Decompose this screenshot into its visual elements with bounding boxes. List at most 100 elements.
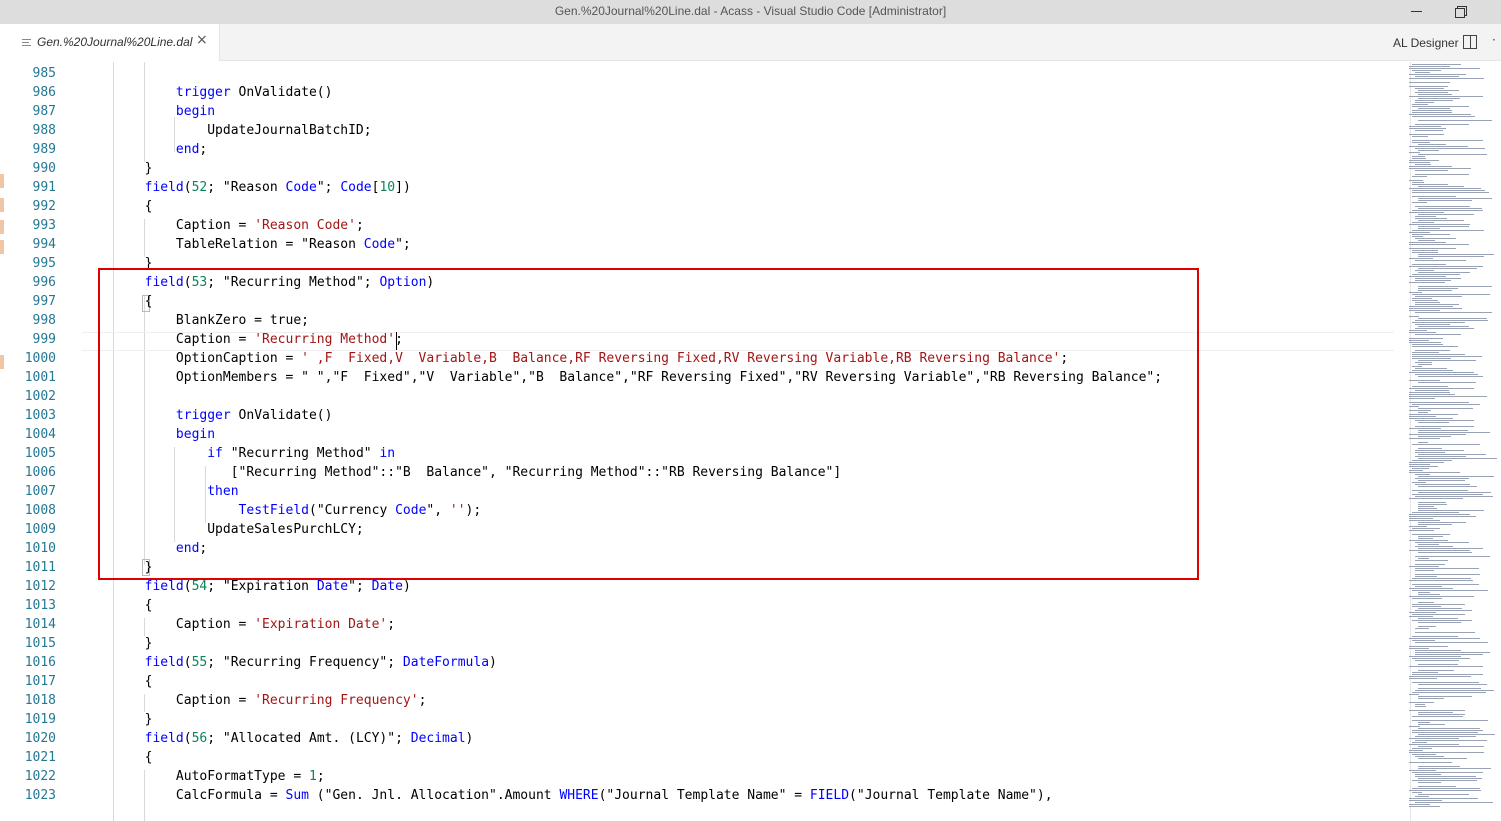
- line-number: 993: [32, 218, 56, 233]
- code-text: field(54; "Expiration Date"; Date): [144, 579, 411, 594]
- minimap-line: [1412, 584, 1479, 585]
- code-line[interactable]: 994 TableRelation = "Reason Code";: [0, 236, 1395, 255]
- minimap-line: [1412, 460, 1452, 461]
- split-editor-icon[interactable]: [1463, 35, 1477, 49]
- minimap-line: [1412, 298, 1432, 299]
- minimap-line: [1409, 464, 1430, 465]
- minimap-line: [1418, 602, 1434, 603]
- horizontal-scrollbar[interactable]: [82, 810, 1402, 820]
- minimap-line: [1409, 372, 1474, 373]
- minimap-line: [1412, 184, 1448, 185]
- line-number: 1002: [24, 389, 56, 404]
- code-line[interactable]: 992 {: [0, 198, 1395, 217]
- minimap-line: [1409, 518, 1433, 519]
- minimap-line: [1409, 416, 1436, 417]
- minimap-line: [1415, 328, 1474, 329]
- restore-icon[interactable]: [1452, 3, 1470, 19]
- minimap-line: [1415, 304, 1459, 305]
- code-line[interactable]: 991 field(52; "Reason Code"; Code[10]): [0, 179, 1395, 198]
- code-text: Caption = 'Expiration Date';: [82, 617, 396, 632]
- minimap-line: [1412, 344, 1443, 345]
- minimap-line: [1415, 92, 1448, 93]
- minimap-line: [1409, 588, 1453, 589]
- code-line[interactable]: 1019 }: [0, 711, 1395, 730]
- minimap-line: [1415, 374, 1478, 375]
- minimap-line: [1412, 578, 1471, 579]
- code-line[interactable]: 986 trigger OnValidate(): [0, 84, 1395, 103]
- code-line[interactable]: 1014 Caption = 'Expiration Date';: [0, 616, 1395, 635]
- minimap-line: [1418, 364, 1432, 365]
- code-line[interactable]: 989 end;: [0, 141, 1395, 160]
- minimap-line: [1412, 356, 1482, 357]
- minimap-line: [1412, 322, 1465, 323]
- minimap-line: [1412, 636, 1458, 637]
- line-number: 1019: [24, 712, 56, 727]
- minimap-line: [1415, 610, 1472, 611]
- minimap-line: [1418, 618, 1458, 619]
- minimap-line: [1412, 772, 1483, 773]
- minimap-line: [1409, 402, 1469, 403]
- minimap-line: [1412, 352, 1439, 353]
- line-number: 1015: [24, 636, 56, 651]
- minimap-line: [1412, 236, 1423, 237]
- minimap-line: [1412, 404, 1480, 405]
- minimap-line: [1415, 546, 1453, 547]
- close-icon[interactable]: ×: [196, 32, 208, 48]
- more-actions-icon[interactable]: ·: [1492, 33, 1496, 47]
- code-line[interactable]: 987 begin: [0, 103, 1395, 122]
- code-line[interactable]: 1013 {: [0, 597, 1395, 616]
- minimap-line: [1415, 456, 1466, 457]
- minimap-line: [1412, 70, 1441, 71]
- tab-gen-journal-line[interactable]: Gen.%20Journal%20Line.dal ×: [0, 24, 220, 61]
- minimap-line: [1409, 804, 1430, 805]
- code-line[interactable]: 1020 field(56; "Allocated Amt. (LCY)"; D…: [0, 730, 1395, 749]
- minimap-line: [1412, 732, 1478, 733]
- minimap-line: [1409, 514, 1470, 515]
- minimap-line: [1412, 230, 1484, 231]
- code-line[interactable]: 1017 {: [0, 673, 1395, 692]
- minimap-line: [1415, 148, 1485, 149]
- code-line[interactable]: 985: [0, 65, 1395, 84]
- minimap-line: [1409, 750, 1423, 751]
- minimap-line: [1418, 256, 1484, 257]
- minimap-line: [1418, 408, 1473, 409]
- code-line[interactable]: 1018 Caption = 'Recurring Frequency';: [0, 692, 1395, 711]
- minimap-line: [1409, 266, 1483, 267]
- code-line[interactable]: 993 Caption = 'Reason Code';: [0, 217, 1395, 236]
- minimap-line: [1412, 490, 1468, 491]
- minimap-line: [1415, 216, 1436, 217]
- minimap-line: [1412, 234, 1450, 235]
- minimize-icon[interactable]: [1408, 3, 1426, 19]
- minimap-line: [1415, 484, 1470, 485]
- code-line[interactable]: 988 UpdateJournalBatchID;: [0, 122, 1395, 141]
- minimap-line: [1415, 796, 1429, 797]
- code-line[interactable]: 990 }: [0, 160, 1395, 179]
- al-designer-button[interactable]: AL Designer: [1393, 36, 1459, 50]
- minimap-line: [1418, 326, 1469, 327]
- code-line[interactable]: 1023 CalcFormula = Sum ("Gen. Jnl. Alloc…: [0, 787, 1395, 806]
- minimap-line: [1415, 740, 1487, 741]
- code-text: }: [82, 712, 153, 727]
- line-number: 985: [32, 66, 56, 81]
- code-line[interactable]: 1015 }: [0, 635, 1395, 654]
- minimap-line: [1412, 358, 1451, 359]
- code-text: trigger OnValidate(): [175, 85, 333, 100]
- minimap-line: [1409, 114, 1471, 115]
- minimap-line: [1409, 388, 1474, 389]
- code-text: {: [82, 598, 153, 613]
- minimap-line: [1418, 432, 1490, 433]
- minimap-line: [1409, 332, 1436, 333]
- minimap-line: [1418, 794, 1469, 795]
- code-line[interactable]: 1016 field(55; "Recurring Frequency"; Da…: [0, 654, 1395, 673]
- code-line[interactable]: 1022 AutoFormatType = 1;: [0, 768, 1395, 787]
- line-number: 1011: [24, 560, 56, 575]
- minimap-line: [1409, 224, 1470, 225]
- code-editor[interactable]: 985 986 trigger OnValidate() 987 begin 988 …: [0, 62, 1501, 821]
- code-text: Caption = 'Recurring Frequency';: [82, 693, 427, 708]
- minimap[interactable]: [1405, 62, 1501, 821]
- code-text: {: [82, 750, 153, 765]
- code-line[interactable]: 1021 {: [0, 749, 1395, 768]
- minimap-line: [1415, 206, 1470, 207]
- minimap-line: [1409, 616, 1433, 617]
- code-line[interactable]: 1012 field(54; "Expiration Date"; Date): [0, 578, 1395, 597]
